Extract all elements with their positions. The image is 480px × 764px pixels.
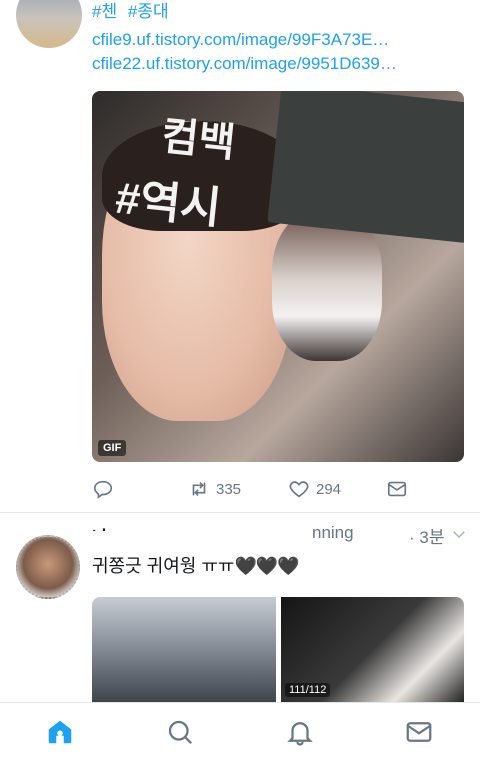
media-sign-text: #역시: [113, 173, 224, 234]
bottom-tab-bar: [0, 702, 480, 764]
home-icon: [48, 720, 72, 744]
media-sign-text: 컴백: [159, 114, 238, 166]
search-icon: [168, 720, 193, 745]
media-sign: [267, 91, 464, 244]
url-link[interactable]: cfile22.uf.tistory.com/image/9951D639…: [92, 52, 397, 76]
display-name[interactable]: 나ㄴ: [92, 523, 132, 531]
tab-home[interactable]: [45, 717, 77, 749]
tweet-header: 나ㄴ nning · 3분: [92, 523, 468, 547]
envelope-icon: [387, 481, 407, 497]
hashtag-link[interactable]: #첸: [92, 2, 117, 21]
avatar[interactable]: [16, 535, 80, 599]
tweet-body: 귀쫑긋 귀여웡 ㅠㅠ: [92, 556, 235, 576]
tab-messages[interactable]: [404, 717, 436, 749]
retweet-count: 335: [216, 480, 242, 498]
tweet-text: 귀쫑긋 귀여웡 ㅠㅠ🖤🖤🖤: [92, 553, 300, 579]
media-counter: 111/112: [285, 683, 331, 697]
tweet-1[interactable]: #첸 #종대 cfile9.uf.tistory.com/image/99F3A…: [0, 0, 480, 512]
url-link[interactable]: cfile9.uf.tistory.com/image/99F3A73E…: [92, 28, 389, 52]
reply-button[interactable]: [92, 478, 114, 500]
like-count: 294: [316, 480, 342, 498]
tweet-media-gif[interactable]: 컴백 #역시 GIF: [92, 91, 464, 462]
hashtag-line: #첸 #종대: [92, 0, 175, 24]
timestamp: · 3분: [409, 528, 445, 547]
chevron-down-icon[interactable]: [450, 525, 468, 543]
retweet-button[interactable]: 335: [188, 478, 241, 500]
tweet-2[interactable]: 나ㄴ nning · 3분 귀쫑긋 귀여웡 ㅠㅠ🖤🖤🖤 111/112: [0, 513, 480, 703]
gif-badge: GIF: [98, 440, 127, 456]
media-background-person: [272, 211, 382, 361]
dm-button[interactable]: [386, 478, 408, 500]
tab-notifications[interactable]: [285, 717, 317, 749]
like-button[interactable]: 294: [288, 478, 341, 500]
notifications-icon: [287, 722, 313, 746]
tweet-media-photo[interactable]: [92, 597, 276, 703]
tweet-actions: 335 294: [92, 478, 422, 502]
reply-icon: [93, 480, 113, 499]
retweet-icon: [192, 481, 206, 497]
avatar[interactable]: [16, 0, 82, 48]
messages-icon: [406, 722, 432, 742]
heart-icon: [289, 481, 309, 498]
tab-search[interactable]: [165, 717, 197, 749]
hashtag-link[interactable]: #종대: [128, 2, 169, 21]
black-heart-emojis: 🖤🖤🖤: [234, 556, 299, 576]
tweet-media-photo[interactable]: 111/112: [281, 597, 464, 703]
user-handle[interactable]: nning: [312, 523, 354, 543]
